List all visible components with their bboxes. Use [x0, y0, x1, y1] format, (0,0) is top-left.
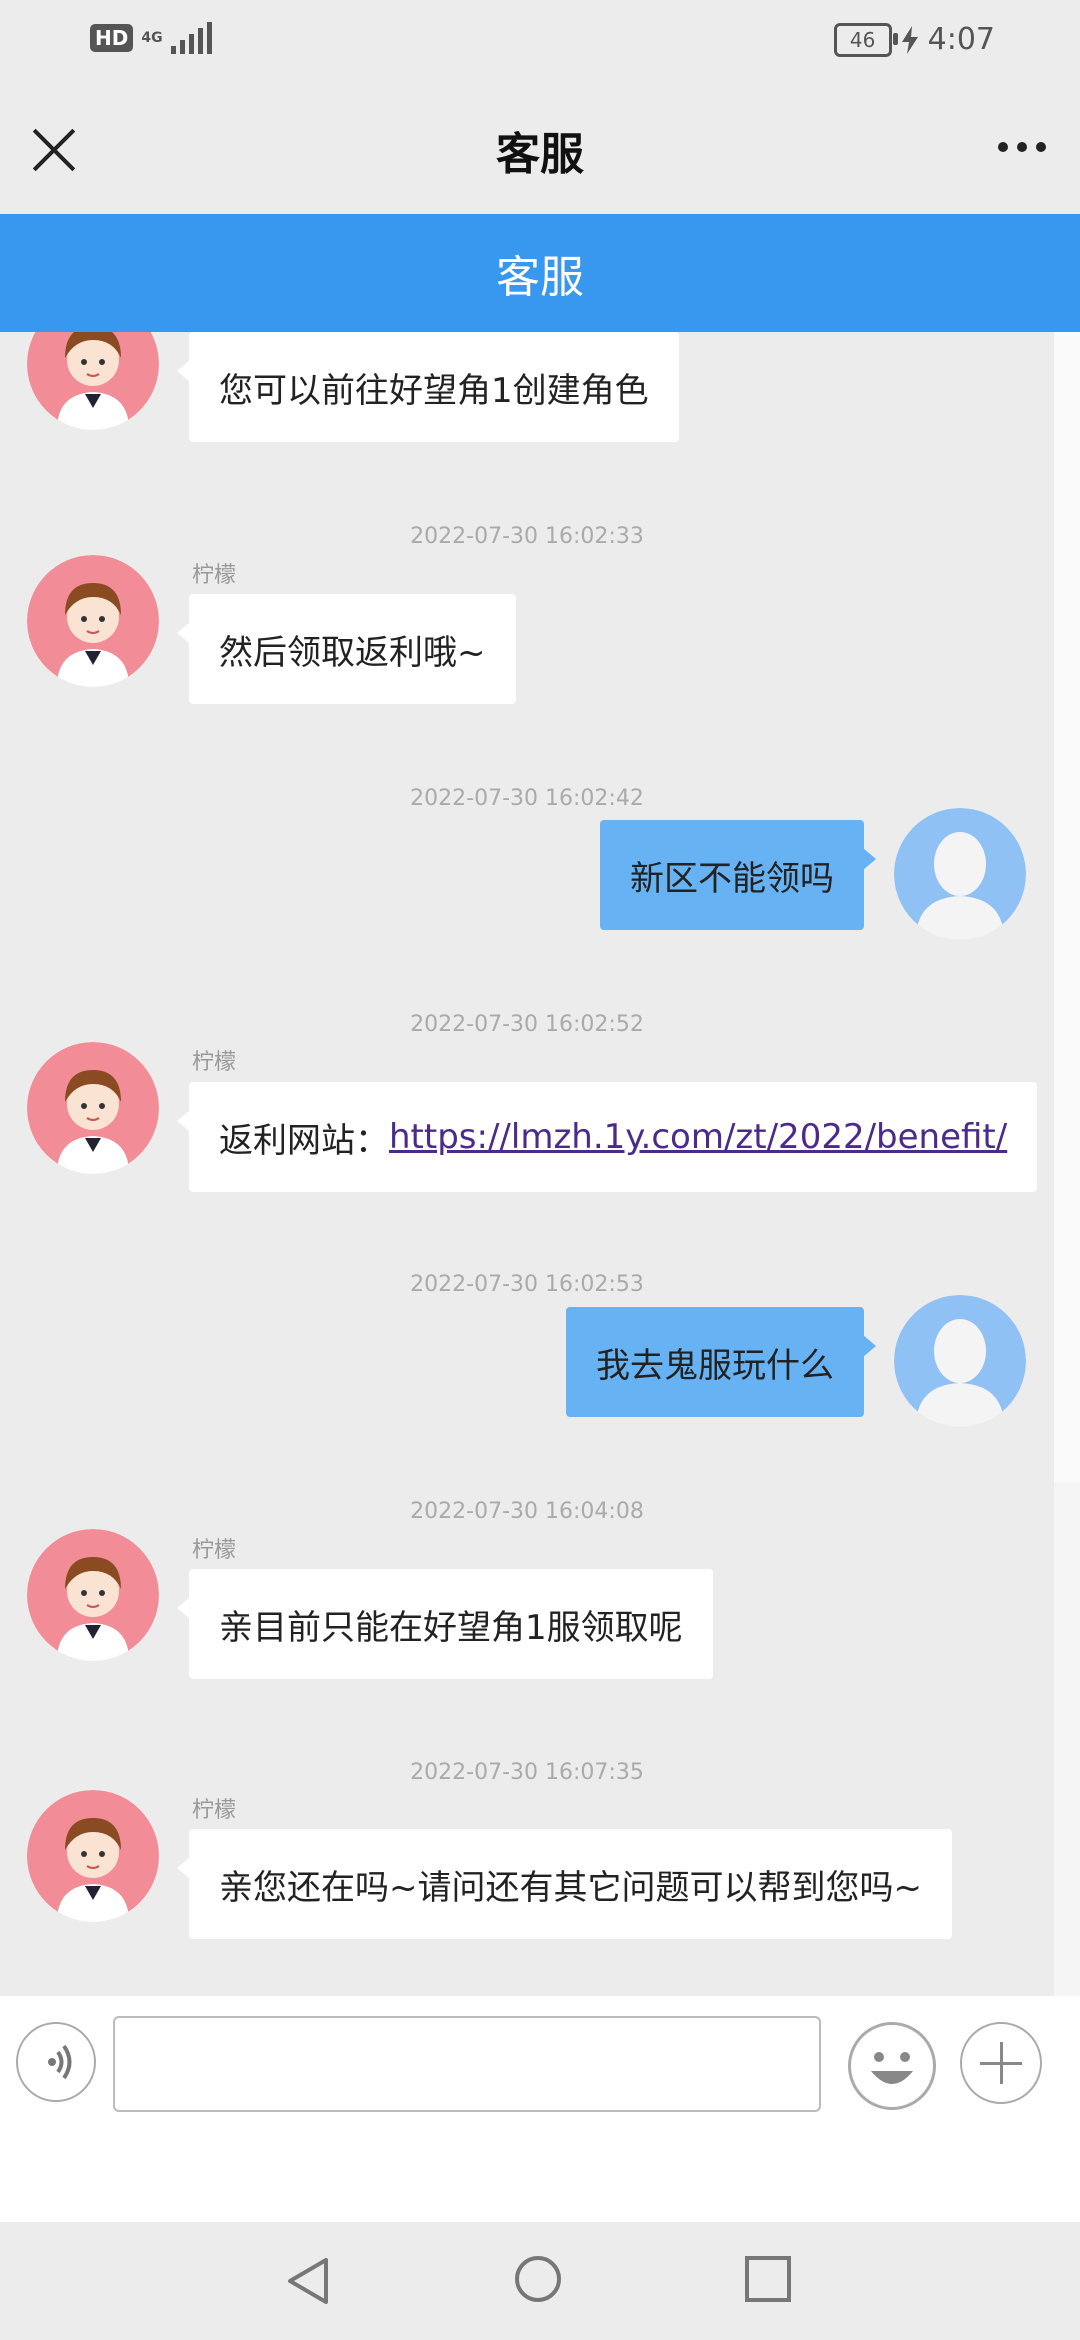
recents-nav-icon[interactable] — [745, 2256, 791, 2302]
title-bar: 客服 — [0, 84, 1080, 214]
signal-group: HD 4G — [90, 22, 212, 54]
chat-message-list[interactable]: 您可以前往好望角1创建角色 2022-07-30 16:02:33 柠檬 然后领… — [0, 332, 1054, 1996]
agent-avatar[interactable] — [27, 555, 159, 687]
message-timestamp: 2022-07-30 16:07:35 — [410, 1760, 644, 1785]
add-attachment-button[interactable] — [960, 2022, 1042, 2104]
benefit-link[interactable]: https://lmzh.1y.com/zt/2022/benefit/ — [389, 1117, 1007, 1157]
network-type: 4G — [141, 30, 163, 46]
message-timestamp: 2022-07-30 16:02:33 — [410, 524, 644, 549]
voice-icon — [48, 2044, 72, 2080]
agent-message-bubble[interactable]: 您可以前往好望角1创建角色 — [177, 332, 679, 442]
battery-time-group: 46 4:07 — [833, 22, 995, 57]
charging-icon — [901, 25, 918, 54]
user-avatar[interactable] — [894, 1295, 1026, 1427]
agent-message-bubble[interactable]: 亲目前只能在好望角1服领取呢 — [177, 1569, 713, 1679]
agent-avatar[interactable] — [27, 1790, 159, 1922]
message-input[interactable] — [113, 2016, 821, 2112]
message-text: 返利网站： — [219, 1120, 389, 1161]
banner-title: 客服 — [496, 252, 584, 303]
clock: 4:07 — [927, 22, 995, 57]
sender-name: 柠檬 — [192, 563, 237, 588]
agent-avatar[interactable] — [27, 332, 159, 430]
emoji-button[interactable] — [848, 2022, 936, 2110]
message-timestamp: 2022-07-30 16:02:52 — [410, 1012, 644, 1037]
user-message-bubble[interactable]: 我去鬼服玩什么 — [566, 1307, 876, 1417]
message-text: 新区不能领吗 — [630, 858, 834, 899]
message-timestamp: 2022-07-30 16:04:08 — [410, 1499, 644, 1524]
hd-badge: HD — [90, 24, 134, 52]
message-text: 您可以前往好望角1创建角色 — [219, 370, 649, 411]
sender-name: 柠檬 — [192, 1050, 237, 1075]
message-text: 亲您还在吗~请问还有其它问题可以帮到您吗~ — [219, 1867, 922, 1908]
system-nav-bar — [0, 2222, 1080, 2340]
chat-banner: 客服 — [0, 214, 1080, 332]
message-text: 我去鬼服玩什么 — [596, 1345, 834, 1386]
agent-message-bubble[interactable]: 亲您还在吗~请问还有其它问题可以帮到您吗~ — [177, 1829, 952, 1939]
user-message-bubble[interactable]: 新区不能领吗 — [600, 820, 876, 930]
agent-message-bubble[interactable]: 返利网站： https://lmzh.1y.com/zt/2022/benefi… — [176, 1082, 1038, 1192]
emoji-icon — [871, 2052, 913, 2084]
message-text: 然后领取返利哦~ — [219, 632, 486, 673]
message-timestamp: 2022-07-30 16:02:42 — [410, 786, 644, 811]
battery-icon: 46 — [833, 22, 898, 57]
sender-name: 柠檬 — [192, 1798, 237, 1823]
voice-input-button[interactable] — [16, 2022, 96, 2102]
agent-avatar[interactable] — [27, 1042, 159, 1174]
agent-message-bubble[interactable]: 然后领取返利哦~ — [177, 594, 516, 704]
agent-avatar[interactable] — [27, 1529, 159, 1661]
back-nav-icon[interactable] — [284, 2256, 332, 2306]
message-input-bar — [0, 1996, 1080, 2222]
user-avatar[interactable] — [894, 808, 1026, 940]
page-title: 客服 — [496, 129, 584, 180]
message-text: 亲目前只能在好望角1服领取呢 — [219, 1607, 683, 1648]
home-nav-icon[interactable] — [515, 2256, 561, 2302]
status-bar: HD 4G 46 4:07 — [0, 0, 1080, 84]
scrollbar-thumb[interactable] — [1054, 332, 1080, 1482]
signal-icon — [170, 22, 212, 54]
more-icon[interactable] — [998, 142, 1046, 152]
sender-name: 柠檬 — [192, 1538, 237, 1563]
message-timestamp: 2022-07-30 16:02:53 — [410, 1272, 644, 1297]
